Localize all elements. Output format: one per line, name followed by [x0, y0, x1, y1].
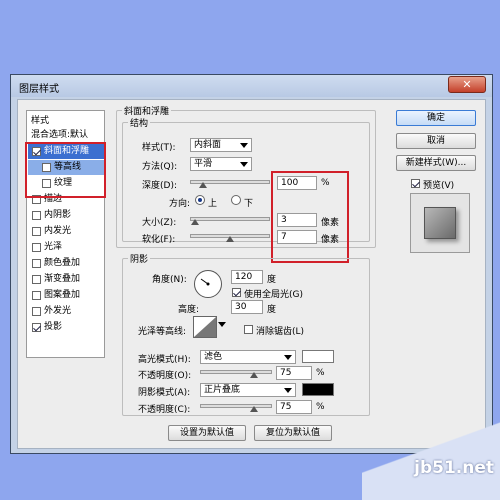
inner-glow-checkbox[interactable]: [32, 227, 41, 236]
highlight-mode-label: 高光模式(H):: [138, 355, 191, 365]
soften-label: 软化(F):: [142, 235, 176, 245]
blend-options-item[interactable]: 混合选项:默认: [28, 128, 104, 143]
chevron-down-icon: [240, 143, 248, 148]
angle-dial[interactable]: [194, 270, 222, 298]
global-light-label: 使用全局光(G): [244, 290, 303, 300]
antialias-label: 消除锯齿(L): [256, 327, 305, 337]
close-icon: ✕: [462, 78, 472, 91]
shadow-opacity-label: 不透明度(C):: [138, 405, 191, 415]
chevron-down-icon: [284, 355, 292, 360]
style-item-outer-glow[interactable]: 外发光: [28, 304, 104, 319]
shadow-color-swatch[interactable]: [302, 383, 334, 396]
make-default-button[interactable]: 设置为默认值: [168, 425, 246, 441]
altitude-input[interactable]: 30: [231, 300, 263, 314]
angle-input[interactable]: 120: [231, 270, 263, 284]
layer-style-dialog: 图层样式 ✕ 样式 混合选项:默认 斜面和浮雕 等高线 纹理 描边 内阴影 内发…: [10, 74, 493, 454]
style-item-inner-glow[interactable]: 内发光: [28, 224, 104, 239]
color-overlay-checkbox[interactable]: [32, 259, 41, 268]
highlight-opacity-unit: %: [316, 368, 325, 378]
soften-slider-thumb[interactable]: [226, 236, 234, 242]
gloss-contour-preview[interactable]: [193, 316, 217, 338]
contour-chevron-down-icon[interactable]: [218, 322, 226, 327]
direction-up-radio[interactable]: [195, 195, 205, 205]
direction-up-label: 上: [208, 199, 218, 209]
shadow-opacity-slider[interactable]: [200, 404, 272, 408]
close-button[interactable]: ✕: [448, 76, 486, 93]
highlight-box-values: [271, 171, 349, 263]
altitude-unit: 度: [267, 305, 277, 315]
highlight-color-swatch[interactable]: [302, 350, 334, 363]
style-item-satin[interactable]: 光泽: [28, 240, 104, 255]
contour-curve-icon: [194, 317, 216, 337]
depth-slider-thumb[interactable]: [199, 182, 207, 188]
global-light-checkbox[interactable]: [232, 288, 241, 297]
inner-shadow-checkbox[interactable]: [32, 211, 41, 220]
size-slider[interactable]: [190, 217, 270, 221]
preview-checkbox[interactable]: [411, 179, 420, 188]
highlight-opacity-input[interactable]: 75: [276, 366, 312, 380]
highlight-opacity-slider[interactable]: [200, 370, 272, 374]
direction-down-radio[interactable]: [231, 195, 241, 205]
shadow-opacity-input[interactable]: 75: [276, 400, 312, 414]
shadow-mode-label: 阴影模式(A):: [138, 388, 191, 398]
structure-title: 结构: [128, 116, 151, 129]
direction-label: 方向:: [169, 199, 191, 209]
watermark-logo: jb51.net: [414, 458, 494, 478]
cancel-button[interactable]: 取消: [396, 133, 476, 149]
shadow-opacity-unit: %: [316, 402, 325, 412]
angle-unit: 度: [267, 275, 277, 285]
preview-label: 预览(V): [423, 181, 455, 191]
style-item-color-overlay[interactable]: 颜色叠加: [28, 256, 104, 271]
style-label: 样式(T):: [142, 143, 176, 153]
pattern-overlay-checkbox[interactable]: [32, 291, 41, 300]
style-preview-thumbnail: [410, 193, 470, 253]
reset-default-button[interactable]: 复位为默认值: [254, 425, 332, 441]
shading-title: 阴影: [128, 252, 151, 265]
ok-button[interactable]: 确定: [396, 110, 476, 126]
shadow-opacity-slider-thumb[interactable]: [250, 406, 258, 412]
technique-dropdown[interactable]: 平滑: [190, 157, 252, 171]
drop-shadow-checkbox[interactable]: [32, 323, 41, 332]
chevron-down-icon: [284, 388, 292, 393]
chevron-down-icon: [240, 162, 248, 167]
styles-list-header: 样式: [31, 116, 50, 126]
highlight-opacity-label: 不透明度(O):: [138, 371, 192, 381]
style-item-gradient-overlay[interactable]: 渐变叠加: [28, 272, 104, 287]
style-dropdown[interactable]: 内斜面: [190, 138, 252, 152]
shadow-mode-dropdown[interactable]: 正片叠底: [200, 383, 296, 397]
depth-label: 深度(D):: [142, 181, 177, 191]
style-item-inner-shadow[interactable]: 内阴影: [28, 208, 104, 223]
style-item-pattern-overlay[interactable]: 图案叠加: [28, 288, 104, 303]
angle-dial-needle: [200, 278, 210, 286]
altitude-label: 高度:: [178, 305, 200, 315]
style-preview-swatch: [424, 207, 456, 239]
technique-label: 方法(Q):: [142, 162, 178, 172]
size-label: 大小(Z):: [142, 218, 177, 228]
gradient-overlay-checkbox[interactable]: [32, 275, 41, 284]
size-slider-thumb[interactable]: [191, 219, 199, 225]
direction-down-label: 下: [244, 199, 254, 209]
highlight-opacity-slider-thumb[interactable]: [250, 372, 258, 378]
title-bar: 图层样式 ✕: [11, 75, 492, 97]
satin-checkbox[interactable]: [32, 243, 41, 252]
dialog-body: 样式 混合选项:默认 斜面和浮雕 等高线 纹理 描边 内阴影 内发光 光泽 颜色…: [17, 99, 486, 449]
style-item-drop-shadow[interactable]: 投影: [28, 320, 104, 335]
gloss-contour-label: 光泽等高线:: [138, 327, 187, 337]
highlight-mode-dropdown[interactable]: 滤色: [200, 350, 296, 364]
dialog-title: 图层样式: [19, 84, 59, 95]
new-style-button[interactable]: 新建样式(W)...: [396, 155, 476, 171]
outer-glow-checkbox[interactable]: [32, 307, 41, 316]
highlight-box-sidebar: [25, 142, 106, 198]
angle-label: 角度(N):: [152, 275, 187, 285]
antialias-checkbox[interactable]: [244, 325, 253, 334]
